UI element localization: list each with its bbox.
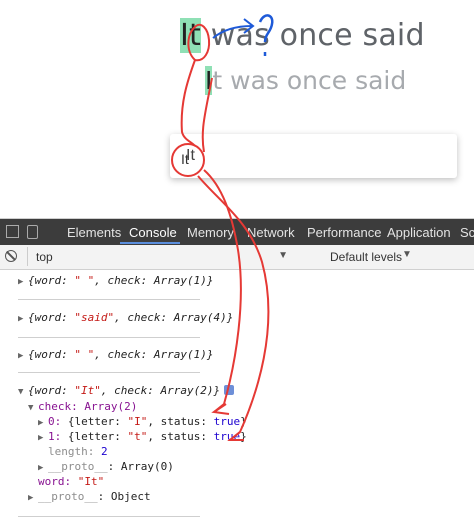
log-separator bbox=[18, 516, 200, 517]
letter-value: "I" bbox=[127, 415, 148, 428]
expand-arrow-icon[interactable]: ▶ bbox=[18, 314, 28, 324]
console-toolbar: top ▼ Default levels ▼ bbox=[0, 245, 474, 270]
collapse-arrow-icon[interactable]: ▼ bbox=[18, 387, 28, 397]
info-icon[interactable] bbox=[224, 385, 235, 395]
log-row[interactable]: ▶ {word: " ", check: Array(1)} bbox=[18, 348, 213, 361]
collapse-arrow-icon[interactable]: ▼ bbox=[28, 403, 38, 413]
screenshot-root: It was once said It was once said It Ele… bbox=[0, 0, 474, 521]
web-page-area: It was once said It was once said It bbox=[0, 0, 474, 215]
letter-value: "t" bbox=[127, 430, 148, 443]
active-tab-indicator bbox=[120, 242, 180, 244]
console-output: ▶ {word: " ", check: Array(1)} ▶ {word: "s… bbox=[0, 270, 474, 521]
log-separator bbox=[18, 372, 200, 373]
context-selector-value: top bbox=[36, 250, 53, 264]
tab-performance[interactable]: Performance bbox=[307, 225, 381, 240]
typed-input-box[interactable]: It bbox=[170, 134, 457, 178]
typed-input-label-overlay: It bbox=[181, 151, 189, 167]
log-row-text-end: , check: Array(2)} bbox=[100, 384, 221, 397]
log-levels-dropdown[interactable]: Default levels bbox=[330, 250, 402, 264]
expand-arrow-icon[interactable]: ▶ bbox=[38, 418, 48, 428]
log-row-text-end: , check: Array(4)} bbox=[114, 311, 234, 324]
word-property: word: "It" bbox=[38, 475, 104, 488]
proto-value: : Object bbox=[97, 490, 151, 503]
expand-arrow-icon[interactable]: ▶ bbox=[28, 493, 38, 503]
log-separator bbox=[18, 299, 200, 300]
array-item-text: } bbox=[240, 430, 247, 443]
log-row-expanded[interactable]: ▼ {word: "It", check: Array(2)} bbox=[18, 384, 235, 397]
tab-sources[interactable]: Sc bbox=[460, 225, 474, 240]
proto-array[interactable]: ▶ __proto__: Array(0) bbox=[38, 460, 174, 473]
highlighted-word: It bbox=[180, 18, 202, 53]
proto-value: : Array(0) bbox=[107, 460, 174, 473]
status-value: true bbox=[213, 415, 241, 428]
device-toolbar-icon[interactable] bbox=[27, 225, 38, 239]
log-row-text: {word: "said", check: Array(4)} bbox=[28, 311, 233, 324]
status-value: true bbox=[213, 430, 241, 443]
devtools-panel: Elements Console Memory Network Performa… bbox=[0, 218, 474, 521]
log-row-text-start: {word: bbox=[28, 384, 75, 397]
length-key: length: bbox=[48, 445, 101, 458]
log-row-text-end: , check: Array(1)} bbox=[94, 348, 214, 361]
proto-object[interactable]: ▶ __proto__: Object bbox=[28, 490, 151, 503]
log-row-word: " " bbox=[74, 274, 95, 287]
array-item-text: , status: bbox=[147, 415, 214, 428]
property-check[interactable]: ▼ check: Array(2) bbox=[28, 400, 137, 413]
proto-key: __proto__ bbox=[38, 490, 98, 503]
array-index: 0: bbox=[48, 415, 68, 428]
tab-network[interactable]: Network bbox=[247, 225, 295, 240]
array-index: 1: bbox=[48, 430, 68, 443]
clear-console-icon[interactable] bbox=[5, 250, 17, 262]
array-item-text: , status: bbox=[147, 430, 214, 443]
devtools-tabbar: Elements Console Memory Network Performa… bbox=[0, 219, 474, 245]
sentence-small-rest: t was once said bbox=[212, 66, 407, 95]
sentence-large-rest: was once said bbox=[201, 18, 425, 53]
array-item-1[interactable]: ▶ 1: {letter: "t", status: true} bbox=[38, 430, 247, 443]
log-row[interactable]: ▶ {word: "said", check: Array(4)} bbox=[18, 311, 233, 324]
property-check-label: check: Array(2) bbox=[38, 400, 138, 413]
log-row-word: "It" bbox=[74, 384, 101, 397]
log-separator bbox=[18, 337, 200, 338]
log-row-text: {word: "It", check: Array(2)} bbox=[28, 384, 220, 397]
chevron-down-icon: ▼ bbox=[402, 249, 412, 260]
expand-arrow-icon[interactable]: ▶ bbox=[38, 433, 48, 443]
tab-application[interactable]: Application bbox=[387, 225, 451, 240]
expand-arrow-icon[interactable]: ▶ bbox=[38, 463, 48, 473]
log-row[interactable]: ▶ {word: " ", check: Array(1)} bbox=[18, 274, 213, 287]
sentence-large: It was once said bbox=[180, 18, 425, 53]
array-item-0[interactable]: ▶ 0: {letter: "I", status: true} bbox=[38, 415, 247, 428]
expand-arrow-icon[interactable]: ▶ bbox=[18, 351, 28, 361]
log-row-text-start: {word: bbox=[28, 348, 75, 361]
array-item-text: {letter: bbox=[67, 430, 128, 443]
log-row-text: {word: " ", check: Array(1)} bbox=[28, 348, 213, 361]
log-row-text-start: {word: bbox=[28, 311, 75, 324]
log-row-text: {word: " ", check: Array(1)} bbox=[28, 274, 213, 287]
log-row-word: "said" bbox=[74, 311, 115, 324]
chevron-down-icon: ▼ bbox=[278, 250, 288, 261]
word-key: word: bbox=[38, 475, 78, 488]
tab-elements[interactable]: Elements bbox=[67, 225, 121, 240]
tab-console[interactable]: Console bbox=[129, 225, 177, 240]
sentence-small: It was once said bbox=[205, 66, 406, 95]
tab-memory[interactable]: Memory bbox=[187, 225, 234, 240]
expand-arrow-icon[interactable]: ▶ bbox=[18, 277, 28, 287]
array-item-text: {letter: bbox=[67, 415, 128, 428]
word-value: "It" bbox=[77, 475, 105, 488]
context-selector[interactable]: top ▼ bbox=[27, 247, 292, 266]
length-property: length: 2 bbox=[48, 445, 108, 458]
log-row-text-end: , check: Array(1)} bbox=[94, 274, 214, 287]
length-value: 2 bbox=[100, 445, 108, 458]
inspect-element-icon[interactable] bbox=[6, 225, 19, 238]
proto-key: __proto__ bbox=[48, 460, 108, 473]
array-item-text: } bbox=[240, 415, 247, 428]
log-row-word: " " bbox=[74, 348, 95, 361]
log-row-text-start: {word: bbox=[28, 274, 75, 287]
